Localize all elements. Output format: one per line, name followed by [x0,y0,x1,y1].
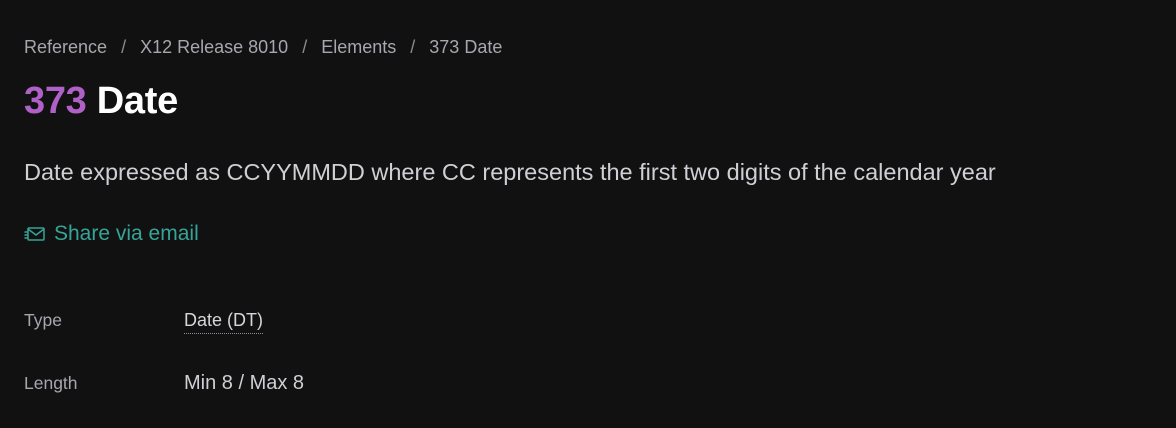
type-value-link[interactable]: Date (DT) [184,310,264,334]
length-label: Length [24,373,78,393]
breadcrumb: Reference / X12 Release 8010 / Elements … [24,37,502,58]
meta-row-type: Type Date (DT) [24,310,264,334]
breadcrumb-item-reference[interactable]: Reference [24,37,107,58]
length-value: Min 8 / Max 8 [184,372,305,394]
element-code: 373 [24,80,87,122]
breadcrumb-item-elements[interactable]: Elements [321,37,396,58]
element-description: Date expressed as CCYYMMDD where CC repr… [24,159,996,185]
element-name: Date [96,80,178,122]
breadcrumb-separator: / [302,37,308,57]
share-via-email-link[interactable]: Share via email [24,222,199,246]
type-label: Type [24,310,62,330]
breadcrumb-separator: / [121,37,127,57]
breadcrumb-separator: / [410,37,416,57]
email-icon [24,223,46,245]
page-title: 373 Date [24,78,178,124]
breadcrumb-item-release[interactable]: X12 Release 8010 [140,37,288,58]
breadcrumb-current: 373 Date [429,37,503,57]
meta-row-length: Length Min 8 / Max 8 [24,372,304,395]
share-label: Share via email [54,222,199,245]
